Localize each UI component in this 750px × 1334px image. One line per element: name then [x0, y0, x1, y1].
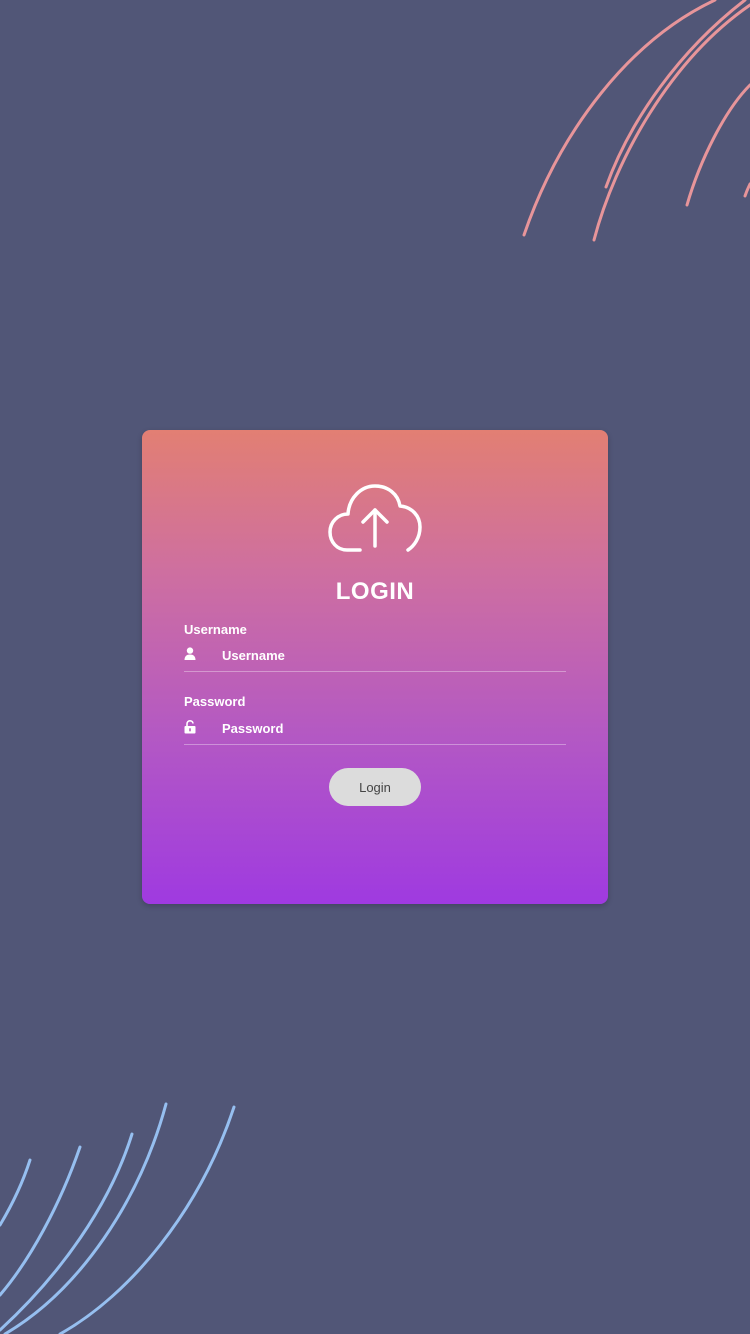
cloud-upload-icon	[328, 484, 422, 552]
user-icon	[184, 647, 196, 660]
login-title: LOGIN	[335, 578, 415, 605]
username-input[interactable]	[222, 643, 562, 667]
password-input[interactable]	[222, 716, 562, 740]
decorative-arcs-top	[522, 0, 750, 242]
username-field	[184, 643, 566, 672]
login-button[interactable]: Login	[329, 768, 421, 806]
password-field	[184, 716, 566, 745]
password-label: Password	[184, 694, 246, 709]
login-card: LOGIN Username Password Login	[142, 430, 608, 904]
unlock-icon	[184, 720, 196, 734]
decorative-arcs-bottom	[0, 1102, 236, 1334]
username-label: Username	[184, 622, 247, 637]
